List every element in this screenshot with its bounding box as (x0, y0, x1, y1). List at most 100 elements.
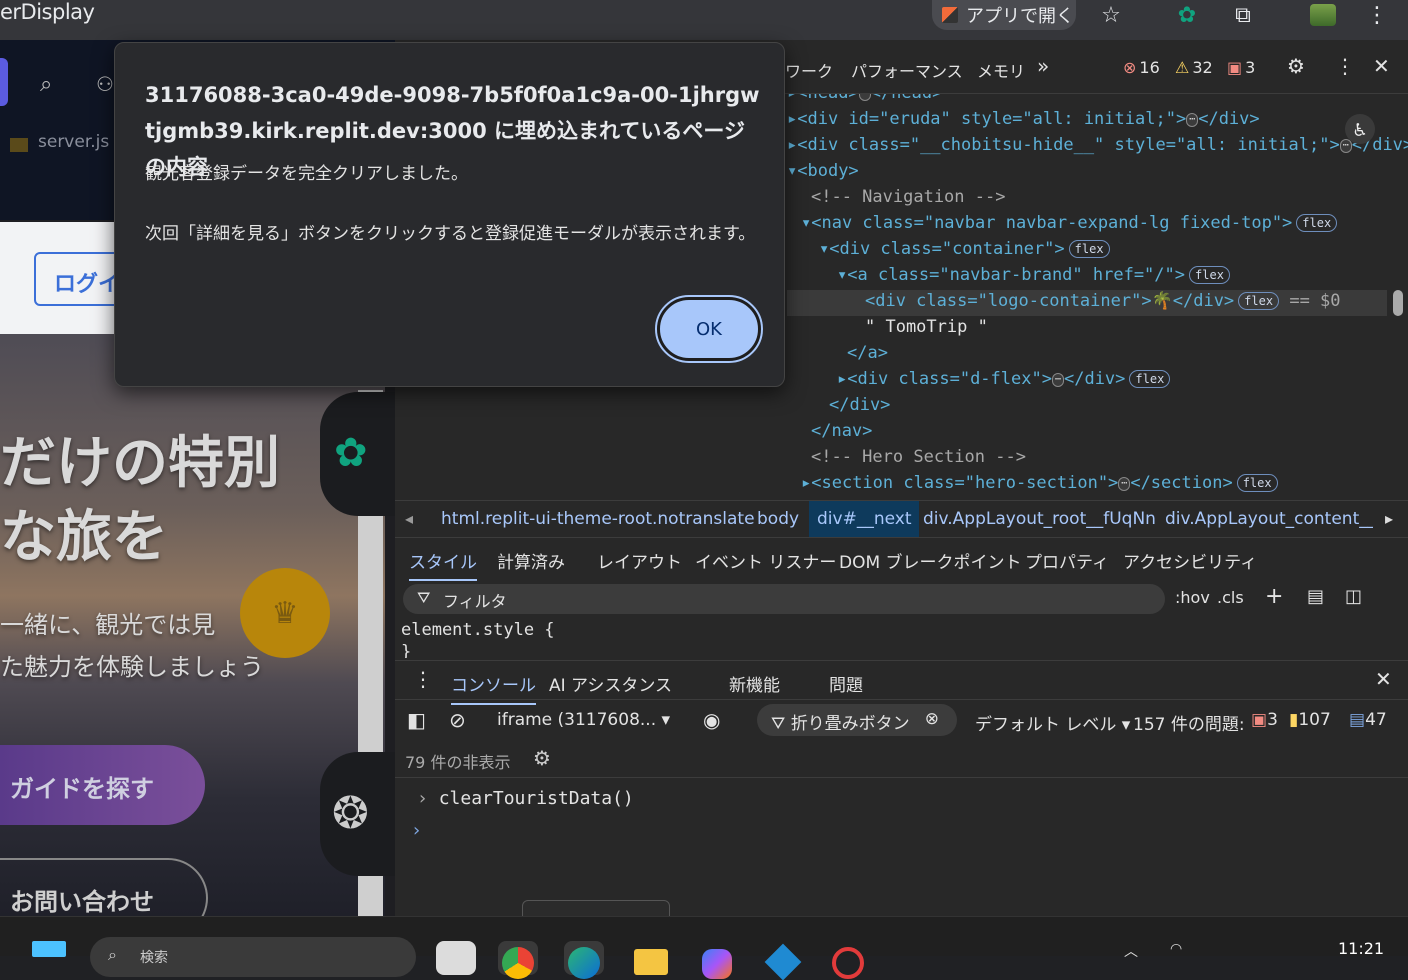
breadcrumb-left-icon[interactable]: ◂ (405, 509, 413, 528)
log-level-select[interactable]: デフォルト レベル ▾ (975, 710, 1130, 735)
console-toolbar: ◧ ⊘ iframe (3117608... ▾ ◉ ⛛ 折り畳みボタン ⊗ デフ… (395, 700, 1408, 740)
paint-icon[interactable]: ▤ (1307, 586, 1324, 607)
more-options-icon[interactable]: ⋮ (1335, 54, 1355, 78)
tab-computed[interactable]: 計算済み (497, 548, 565, 573)
breadcrumb-applayout-content[interactable]: div.AppLayout_content__gz (1165, 509, 1373, 529)
drawer-menu-icon[interactable]: ⋮ (413, 667, 433, 691)
hov-button[interactable]: :hov (1175, 588, 1210, 607)
tree-row-tomotrip-text[interactable]: " TomoTrip " (865, 314, 988, 340)
issue-warning-count[interactable]: ▮107 (1289, 710, 1331, 730)
tab-memory[interactable]: メモリ (977, 58, 1025, 82)
extensions-icon[interactable]: ⧉ (1226, 0, 1260, 30)
tree-row-nav-close[interactable]: </nav> (811, 418, 872, 444)
clear-chip-icon[interactable]: ⊗ (925, 709, 939, 729)
wifi-icon[interactable]: ◠ (1170, 941, 1182, 957)
issue-info-count[interactable]: ▤47 (1349, 710, 1387, 730)
app-red-icon[interactable] (828, 941, 868, 979)
tree-row-body[interactable]: ▾<body> (787, 158, 859, 184)
tree-row-head[interactable]: ▸<head>⋯</head> (787, 94, 942, 106)
login-button[interactable]: ログイ (34, 252, 124, 306)
tab-issues[interactable]: 問題 (829, 671, 863, 696)
sidebar-toggle-icon[interactable]: ◧ (407, 708, 426, 732)
chatgpt-sidebar-button[interactable]: ✿ (320, 392, 395, 516)
context-select[interactable]: iframe (3117608... ▾ (497, 710, 677, 730)
menu-icon[interactable]: ⋮ (1360, 0, 1394, 30)
console-settings-icon[interactable]: ⚙ (533, 746, 551, 770)
warning-count[interactable]: ⚠ 32 (1175, 58, 1213, 77)
close-drawer-icon[interactable]: ✕ (1375, 667, 1392, 691)
hidden-messages-row: 79 件の非表示 ⚙ (395, 740, 1408, 778)
vscode-icon[interactable] (762, 941, 802, 980)
styles-filter-input[interactable]: ⛛ フィルタ (403, 584, 1165, 614)
toggle-sidebar-icon[interactable]: ◫ (1345, 586, 1362, 607)
chatgpt-extension-icon[interactable]: ✿ (1170, 0, 1204, 30)
tab-ai-assistance[interactable]: AI アシスタンス (549, 671, 672, 696)
tab-network[interactable]: ワーク (785, 58, 833, 82)
tab-layout[interactable]: レイアウト (597, 548, 682, 573)
nav-pill[interactable] (0, 58, 8, 106)
tree-row-a-close[interactable]: </a> (847, 340, 888, 366)
console-filter-chip[interactable]: ⛛ 折り畳みボタン ⊗ (757, 704, 957, 736)
tab-styles[interactable]: スタイル (409, 548, 477, 581)
clear-console-icon[interactable]: ⊘ (449, 708, 466, 732)
issues-label[interactable]: 157 件の問題: (1133, 710, 1245, 735)
taskbar-search-icon: ⌕ (108, 945, 117, 964)
contact-button[interactable]: お問い合わせ (0, 858, 208, 916)
edge-icon[interactable] (564, 941, 604, 979)
start-icon[interactable] (32, 941, 66, 957)
tab-whats-new[interactable]: 新機能 (729, 671, 780, 696)
copilot-icon[interactable] (696, 941, 736, 979)
breadcrumb-next[interactable]: div#__next (809, 501, 920, 537)
tree-row-dflex[interactable]: ▸<div class="d-flex"> ⋯ </div> flex (837, 366, 1171, 392)
tab-event-listeners[interactable]: イベント リスナー (695, 548, 836, 573)
elements-scroll-thumb[interactable] (1393, 290, 1403, 316)
tree-row-logo-container[interactable]: <div class="logo-container">🌴</div> flex … (865, 288, 1341, 314)
issue-count[interactable]: ▣ 3 (1227, 58, 1255, 77)
openai-sidebar-button[interactable]: ❂ (320, 752, 395, 876)
server-js-tab[interactable]: server.js (38, 132, 109, 152)
console-prompt-input[interactable]: › (413, 820, 420, 841)
tree-row-hero-section[interactable]: ▸<section class="hero-section"> ⋯ </sectio… (801, 470, 1278, 496)
issue-error-count[interactable]: ▣3 (1251, 710, 1278, 730)
tree-row-container[interactable]: ▾<div class="container"> flex (819, 236, 1110, 262)
accessibility-icon[interactable]: ♿ (1345, 114, 1375, 144)
filter-icon: ⛛ (417, 588, 431, 607)
settings-icon[interactable]: ⚙ (1287, 54, 1305, 78)
close-devtools-icon[interactable]: ✕ (1373, 54, 1390, 78)
tab-performance[interactable]: パフォーマンス (851, 58, 963, 82)
breadcrumb-applayout-root[interactable]: div.AppLayout_root__fUqNn (923, 509, 1156, 529)
cls-button[interactable]: .cls (1217, 588, 1244, 607)
user-icon[interactable]: ⚇ (96, 72, 114, 96)
add-rule-icon[interactable]: + (1265, 584, 1283, 609)
open-in-app-button[interactable]: アプリで開く (932, 0, 1076, 30)
find-guide-button[interactable]: ガイドを探す (0, 745, 205, 825)
breadcrumb-html[interactable]: html.replit-ui-theme-root.notranslate (441, 509, 755, 529)
tab-dom-breakpoints[interactable]: DOM ブレークポイント (839, 548, 1022, 573)
star-icon[interactable]: ☆ (1094, 0, 1128, 30)
live-expression-eye-icon[interactable]: ◉ (703, 708, 720, 732)
tab-accessibility[interactable]: アクセシビリティ (1123, 548, 1257, 573)
tree-row-brand[interactable]: ▾<a class="navbar-brand" href="/"> flex (837, 262, 1230, 288)
taskbar-clock[interactable]: 11:21 (1338, 939, 1384, 958)
breadcrumb-right-icon[interactable]: ▸ (1385, 509, 1393, 528)
tree-row-nav[interactable]: ▾<nav class="navbar navbar-expand-lg fix… (801, 210, 1338, 236)
tree-row-comment-nav[interactable]: <!-- Navigation --> (811, 184, 1005, 210)
breadcrumb-body[interactable]: body (757, 509, 799, 529)
error-count[interactable]: ⊗ 16 (1123, 58, 1160, 77)
profile-avatar[interactable] (1306, 0, 1340, 30)
chrome-icon[interactable] (498, 941, 538, 979)
taskview-icon[interactable] (436, 941, 476, 975)
taskbar-search[interactable]: ⌕ 検索 (90, 937, 416, 977)
tab-properties[interactable]: プロパティ (1025, 548, 1109, 573)
search-icon[interactable]: ⌕ (40, 72, 52, 97)
tree-row-eruda[interactable]: ▸<div id="eruda" style="all: initial;"> ⋯… (787, 106, 1260, 132)
more-tabs-icon[interactable]: » (1037, 54, 1049, 78)
tree-row-comment-hero[interactable]: <!-- Hero Section --> (811, 444, 1026, 470)
tree-row-div-close[interactable]: </div> (829, 392, 890, 418)
trophy-icon[interactable]: ♛ (240, 568, 330, 658)
element-style-rule[interactable]: element.style { (401, 620, 555, 640)
tree-row-chobitsu[interactable]: ▸<div class="__chobitsu-hide__" style="a… (787, 132, 1408, 158)
folder-icon[interactable] (630, 941, 670, 975)
ok-button[interactable]: OK (655, 295, 763, 363)
tray-chevron-icon[interactable]: ︿ (1124, 941, 1138, 961)
